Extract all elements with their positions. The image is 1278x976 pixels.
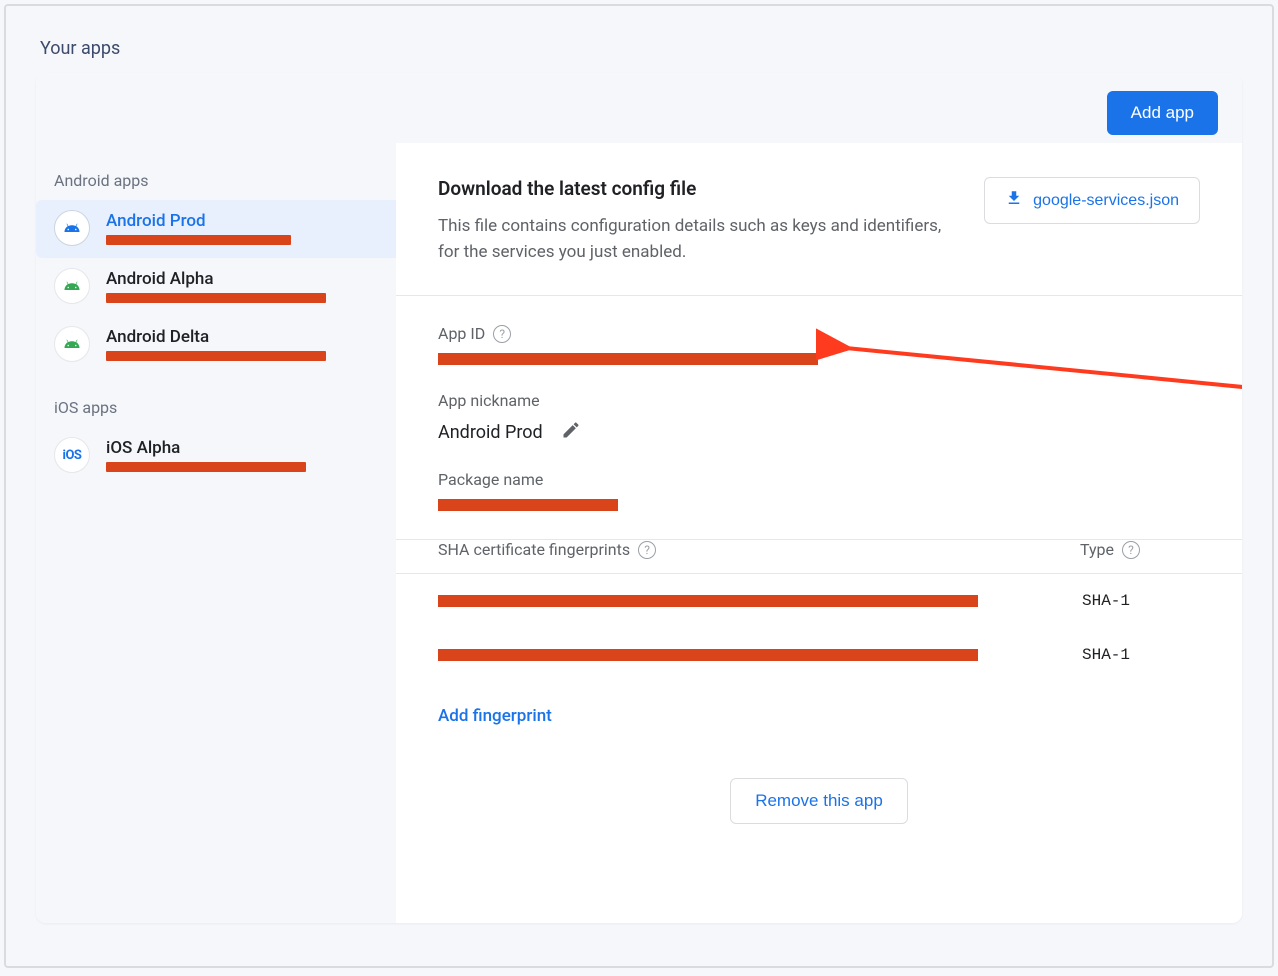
sidebar-item-android-prod[interactable]: Android Prod [36, 200, 396, 258]
app-details-section: App ID ? [396, 296, 1242, 540]
fingerprints-type-header: Type [1080, 540, 1114, 559]
help-icon[interactable]: ? [493, 325, 511, 343]
android-icon [54, 268, 90, 304]
config-file-section: Download the latest config file This fil… [396, 143, 1242, 296]
redacted-package-id [106, 462, 306, 472]
package-name-label: Package name [438, 470, 543, 489]
download-config-button[interactable]: google-services.json [984, 177, 1200, 224]
sidebar-item-android-delta[interactable]: Android Delta [36, 316, 396, 374]
app-name-label: iOS Alpha [106, 438, 306, 458]
download-button-label: google-services.json [1033, 192, 1179, 210]
redacted-package-id [106, 235, 291, 245]
apps-card: Add app Android apps Android Prod [36, 73, 1242, 923]
android-icon [54, 210, 90, 246]
fingerprint-type: SHA-1 [1082, 592, 1200, 610]
fingerprint-row: SHA-1 [396, 628, 1242, 682]
redacted-fingerprint [438, 595, 978, 607]
sidebar-item-ios-alpha[interactable]: iOS iOS Alpha [36, 427, 396, 485]
sidebar-group-android: Android apps [36, 165, 396, 200]
fingerprints-header: SHA certificate fingerprints ? Type ? [396, 540, 1242, 574]
app-nickname-value: Android Prod [438, 422, 543, 443]
redacted-fingerprint [438, 649, 978, 661]
edit-icon[interactable] [561, 420, 581, 444]
fingerprint-type: SHA-1 [1082, 646, 1200, 664]
redacted-package-id [106, 293, 326, 303]
apps-sidebar: Android apps Android Prod Andro [36, 143, 396, 923]
card-header: Add app [36, 73, 1242, 143]
ios-icon: iOS [54, 437, 90, 473]
app-name-label: Android Delta [106, 327, 326, 347]
add-fingerprint-button[interactable]: Add fingerprint [396, 682, 1242, 756]
page-title: Your apps [40, 38, 1242, 59]
download-icon [1005, 189, 1023, 212]
redacted-app-id [438, 353, 818, 365]
help-icon[interactable]: ? [1122, 541, 1140, 559]
redacted-package-id [106, 351, 326, 361]
add-app-button[interactable]: Add app [1107, 91, 1218, 135]
fingerprint-row: SHA-1 [396, 574, 1242, 628]
fingerprints-label: SHA certificate fingerprints [438, 540, 630, 559]
remove-app-button[interactable]: Remove this app [730, 778, 908, 824]
app-detail-panel: Download the latest config file This fil… [396, 143, 1242, 923]
app-id-label: App ID [438, 324, 485, 343]
help-icon[interactable]: ? [638, 541, 656, 559]
config-section-description: This file contains configuration details… [438, 214, 958, 265]
sidebar-item-android-alpha[interactable]: Android Alpha [36, 258, 396, 316]
android-icon [54, 326, 90, 362]
redacted-package-name [438, 499, 618, 511]
app-name-label: Android Prod [106, 211, 291, 231]
config-section-title: Download the latest config file [438, 177, 958, 200]
app-nickname-label: App nickname [438, 391, 540, 410]
app-name-label: Android Alpha [106, 269, 326, 289]
sidebar-group-ios: iOS apps [36, 392, 396, 427]
